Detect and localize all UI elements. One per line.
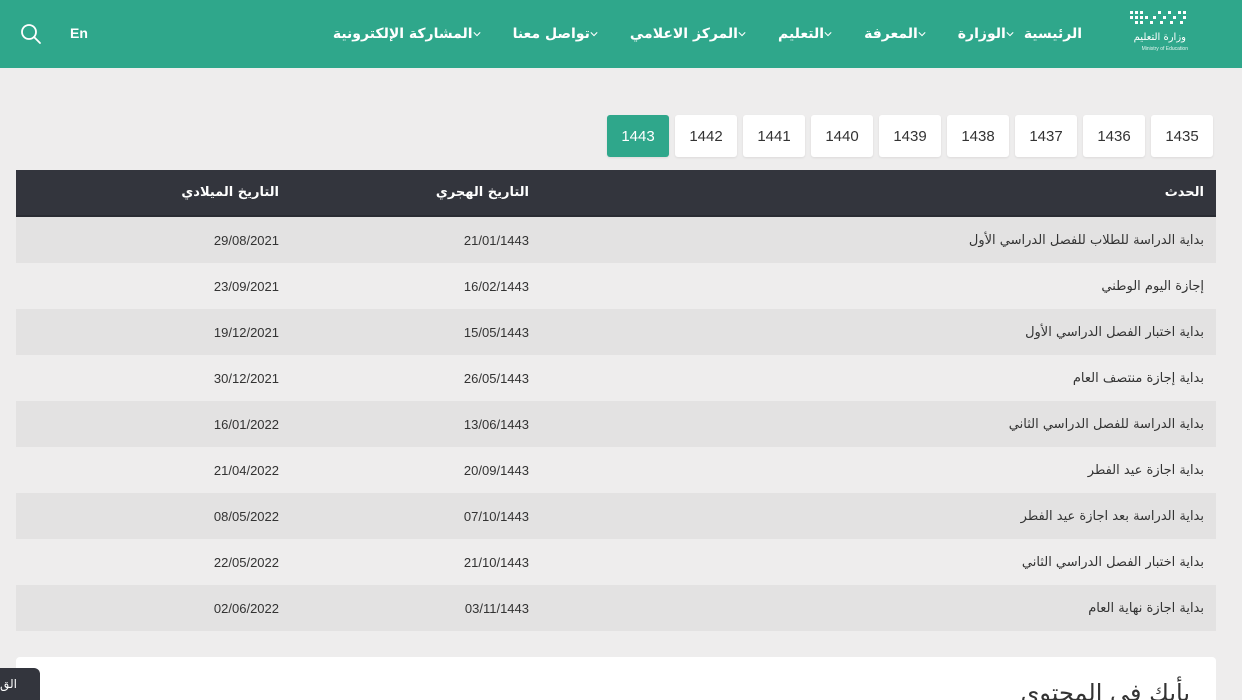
cell-gregorian-date: 19/12/2021	[213, 324, 279, 340]
cell-event: بداية الدراسة بعد اجازة عيد الفطر	[1020, 508, 1204, 524]
year-tab-1440[interactable]: 1440	[811, 115, 873, 157]
chevron-down-icon	[472, 32, 481, 37]
year-tab-1439[interactable]: 1439	[879, 115, 941, 157]
side-accessibility-tab[interactable]: الق	[0, 668, 40, 700]
year-tab-1443[interactable]: 1443	[607, 115, 669, 157]
table-row: بداية اختبار الفصل الدراسي الثاني 21/10/…	[16, 539, 1216, 585]
search-icon[interactable]	[20, 23, 42, 45]
year-tab-1438[interactable]: 1438	[947, 115, 1009, 157]
header-gregorian-date: التاريخ الميلادي	[181, 185, 279, 200]
nav-item-ministry[interactable]: الوزارة	[958, 26, 1024, 42]
nav-item-e-participation[interactable]: المشاركة الإلكترونية	[333, 26, 491, 42]
cell-gregorian-date: 16/01/2022	[213, 416, 279, 432]
language-toggle[interactable]: En	[70, 25, 88, 41]
cell-event: بداية إجازة منتصف العام	[1072, 370, 1204, 386]
chevron-down-icon	[918, 32, 926, 37]
header-hijri-date: التاريخ الهجري	[435, 185, 529, 200]
chevron-down-icon	[1006, 32, 1014, 37]
cell-gregorian-date: 02/06/2022	[213, 600, 279, 616]
cell-hijri-date: 16/02/1443	[463, 278, 529, 294]
cell-hijri-date: 07/10/1443	[463, 508, 529, 524]
year-tabs: 1435 1436 1437 1438 1439 1440 1441 1442 …	[601, 115, 1213, 157]
ministry-logo[interactable]: وزارة التعليم Ministry of Education	[1128, 8, 1188, 56]
nav-item-education[interactable]: التعليم	[778, 26, 842, 42]
table-row: بداية اجازة نهاية العام 03/11/1443 02/06…	[16, 585, 1216, 631]
header-event: الحدث	[1164, 185, 1204, 200]
cell-event: بداية اجازة نهاية العام	[1088, 600, 1204, 616]
nav-item-label: المشاركة الإلكترونية	[332, 26, 473, 42]
cell-hijri-date: 21/10/1443	[463, 554, 529, 570]
table-row: إجازة اليوم الوطني 16/02/1443 23/09/2021	[16, 263, 1216, 309]
year-tab-1436[interactable]: 1436	[1083, 115, 1145, 157]
year-tab-1441[interactable]: 1441	[743, 115, 805, 157]
table-body: بداية الدراسة للطلاب للفصل الدراسي الأول…	[16, 217, 1216, 631]
table-row: بداية الدراسة للفصل الدراسي الثاني 13/06…	[16, 401, 1216, 447]
academic-calendar-table: الحدث التاريخ الهجري التاريخ الميلادي بد…	[16, 170, 1216, 631]
nav-item-label: المعرفة	[864, 26, 918, 42]
cell-hijri-date: 13/06/1443	[463, 416, 529, 432]
nav-item-label: الوزارة	[957, 26, 1006, 42]
cell-gregorian-date: 08/05/2022	[213, 508, 279, 524]
cell-gregorian-date: 22/05/2022	[213, 554, 279, 570]
table-row: بداية الدراسة للطلاب للفصل الدراسي الأول…	[16, 217, 1216, 263]
cell-gregorian-date: 23/09/2021	[213, 278, 279, 294]
cell-event: بداية اختبار الفصل الدراسي الأول	[1025, 324, 1204, 340]
logo-english-text: Ministry of Education	[1141, 46, 1188, 52]
year-tab-1442[interactable]: 1442	[675, 115, 737, 157]
cell-gregorian-date: 21/04/2022	[213, 462, 279, 478]
nav-item-label: تواصل معنا	[512, 26, 590, 42]
cell-hijri-date: 26/05/1443	[463, 370, 529, 386]
cell-hijri-date: 21/01/1443	[463, 232, 529, 248]
table-row: بداية إجازة منتصف العام 26/05/1443 30/12…	[16, 355, 1216, 401]
nav-item-contact[interactable]: تواصل معنا	[513, 26, 608, 42]
top-header: وزارة التعليم Ministry of Education الرئ…	[0, 0, 1242, 68]
cell-hijri-date: 20/09/1443	[463, 462, 529, 478]
cell-gregorian-date: 30/12/2021	[213, 370, 279, 386]
opinion-card: يأيك في المحتوى	[16, 657, 1216, 700]
cell-event: بداية اختبار الفصل الدراسي الثاني	[1021, 554, 1204, 570]
table-row: بداية اختبار الفصل الدراسي الأول 15/05/1…	[16, 309, 1216, 355]
table-row: بداية الدراسة بعد اجازة عيد الفطر 07/10/…	[16, 493, 1216, 539]
cell-hijri-date: 15/05/1443	[463, 324, 529, 340]
year-tab-1435[interactable]: 1435	[1151, 115, 1213, 157]
nav-item-home[interactable]: الرئيسية	[1024, 26, 1082, 42]
cell-event: بداية الدراسة للطلاب للفصل الدراسي الأول	[968, 232, 1204, 248]
table-row: بداية اجازة عيد الفطر 20/09/1443 21/04/2…	[16, 447, 1216, 493]
nav-item-media-center[interactable]: المركز الاعلامي	[630, 26, 756, 42]
logo-dots-icon	[1130, 11, 1186, 24]
nav-item-label: الرئيسية	[1023, 26, 1082, 42]
cell-event: إجازة اليوم الوطني	[1101, 278, 1204, 294]
cell-gregorian-date: 29/08/2021	[213, 232, 279, 248]
chevron-down-icon	[824, 32, 832, 37]
chevron-down-icon	[590, 32, 598, 37]
nav-item-label: التعليم	[777, 26, 825, 42]
year-tab-1437[interactable]: 1437	[1015, 115, 1077, 157]
logo-arabic-text: وزارة التعليم	[1133, 32, 1186, 43]
cell-event: بداية الدراسة للفصل الدراسي الثاني	[1008, 416, 1204, 432]
main-nav: الرئيسية الوزارة المعرفة التعليم المركز …	[311, 0, 1082, 68]
chevron-down-icon	[738, 32, 746, 37]
table-header: الحدث التاريخ الهجري التاريخ الميلادي	[16, 170, 1216, 217]
opinion-title: يأيك في المحتوى	[1020, 679, 1190, 700]
cell-event: بداية اجازة عيد الفطر	[1087, 462, 1204, 478]
nav-item-label: المركز الاعلامي	[629, 26, 738, 42]
cell-hijri-date: 03/11/1443	[464, 600, 529, 616]
nav-item-knowledge[interactable]: المعرفة	[864, 26, 936, 42]
